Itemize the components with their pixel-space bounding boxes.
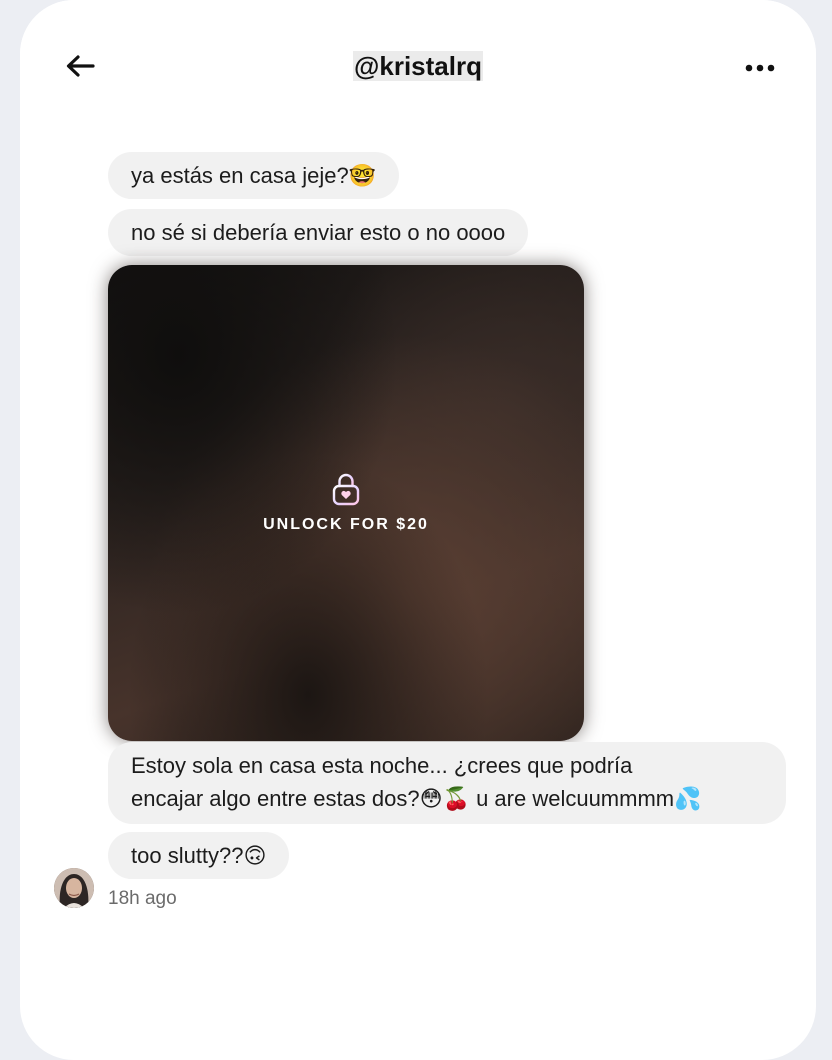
timestamp: 18h ago bbox=[108, 888, 177, 909]
lock-heart-icon bbox=[332, 473, 360, 506]
avatar[interactable] bbox=[54, 868, 94, 908]
unlock-price-label[interactable]: UNLOCK FOR $20 bbox=[263, 516, 429, 534]
message-text: Estoy sola en casa esta noche... ¿crees … bbox=[131, 753, 633, 778]
locked-media[interactable]: UNLOCK FOR $20 bbox=[108, 265, 584, 741]
message-bubble[interactable]: no sé si debería enviar esto o no oooo bbox=[108, 209, 529, 256]
message-text: encajar algo entre estas dos?😳🍒 u are we… bbox=[131, 786, 702, 811]
username[interactable]: @kristalrq bbox=[353, 51, 483, 81]
message-text: no sé si debería enviar esto o no oooo bbox=[131, 220, 506, 245]
message-bubble[interactable]: Estoy sola en casa esta noche... ¿crees … bbox=[108, 742, 786, 824]
chat-screen: @kristalrq ya estás en casa jeje?🤓 no sé… bbox=[20, 0, 816, 1060]
page-title[interactable]: @kristalrq bbox=[20, 51, 816, 82]
message-text: ya estás en casa jeje?🤓 bbox=[131, 163, 377, 188]
message-text: too slutty??🙃 bbox=[131, 843, 267, 868]
more-options-button[interactable] bbox=[740, 48, 780, 88]
message-bubble[interactable]: too slutty??🙃 bbox=[108, 832, 290, 879]
avatar-image bbox=[54, 868, 94, 908]
more-horizontal-icon bbox=[745, 64, 775, 72]
unlock-overlay[interactable]: UNLOCK FOR $20 bbox=[108, 265, 584, 741]
chat-header: @kristalrq bbox=[20, 0, 816, 120]
message-bubble[interactable]: ya estás en casa jeje?🤓 bbox=[108, 152, 400, 199]
